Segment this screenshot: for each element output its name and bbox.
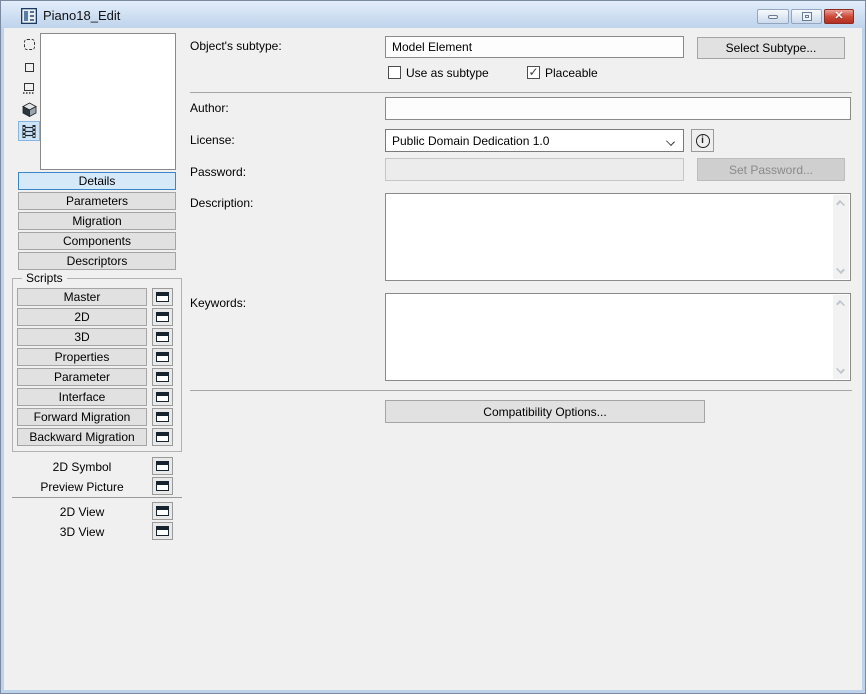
script-button-properties[interactable]: Properties [17, 348, 147, 366]
open-backward-migration-script-window-button[interactable] [152, 428, 173, 446]
open-forward-migration-script-window-button[interactable] [152, 408, 173, 426]
license-info-button[interactable]: i [691, 129, 714, 152]
form-separator-top [190, 92, 852, 93]
app-icon [21, 8, 37, 24]
compatibility-options-button[interactable]: Compatibility Options... [385, 400, 705, 423]
subtype-label: Object's subtype: [190, 39, 282, 53]
open-2d-view-window-button[interactable] [152, 502, 173, 520]
section-button-details[interactable]: Details [18, 172, 176, 190]
preview-mode-symbol-2d-icon[interactable] [18, 34, 40, 54]
author-input[interactable] [385, 97, 851, 120]
open-master-script-window-button[interactable] [152, 288, 173, 306]
section-button-components[interactable]: Components [18, 232, 176, 250]
section-button-descriptors[interactable]: Descriptors [18, 252, 176, 270]
select-subtype-button[interactable]: Select Subtype... [697, 37, 845, 59]
open-2d-symbol-window-button[interactable] [152, 457, 173, 475]
script-button-parameter[interactable]: Parameter [17, 368, 147, 386]
window-icon [156, 312, 169, 322]
chevron-down-icon [666, 137, 675, 146]
window-icon [156, 372, 169, 382]
3d-view-label: 3D View [59, 525, 105, 539]
keywords-label: Keywords: [190, 296, 247, 310]
script-button-2d[interactable]: 2D [17, 308, 147, 326]
preview-mode-front-view-icon[interactable] [18, 78, 40, 98]
scroll-up-icon[interactable] [836, 300, 845, 309]
open-3d-view-window-button[interactable] [152, 522, 173, 540]
license-dropdown[interactable]: Public Domain Dedication 1.0 [385, 129, 684, 152]
scroll-down-icon[interactable] [836, 265, 845, 274]
author-label: Author: [190, 101, 229, 115]
preview-pane[interactable] [40, 33, 176, 170]
license-label: License: [190, 133, 235, 147]
password-label: Password: [190, 165, 247, 179]
preview-mode-cube-3d-icon[interactable] [18, 99, 40, 119]
info-icon: i [695, 133, 710, 148]
set-password-button: Set Password... [697, 158, 845, 181]
script-button-3d[interactable]: 3D [17, 328, 147, 346]
window-icon [156, 292, 169, 302]
open-3d-script-window-button[interactable] [152, 328, 173, 346]
minimize-icon [768, 14, 778, 19]
window-icon [156, 432, 169, 442]
placeable-label: Placeable [545, 66, 598, 80]
open-interface-script-window-button[interactable] [152, 388, 173, 406]
preview-mode-plain-2d-icon[interactable] [18, 57, 40, 77]
maximize-button[interactable] [791, 9, 822, 24]
open-properties-script-window-button[interactable] [152, 348, 173, 366]
subtype-value-field: Model Element [385, 36, 684, 58]
open-preview-picture-window-button[interactable] [152, 477, 173, 495]
window-icon [156, 412, 169, 422]
placeable-checkbox[interactable]: ✓ [527, 66, 540, 79]
script-button-backward-migration[interactable]: Backward Migration [17, 428, 147, 446]
client-area: Details Parameters Migration Components … [4, 28, 862, 690]
password-input [385, 158, 684, 181]
description-label: Description: [190, 196, 254, 210]
scripts-group-label: Scripts [22, 271, 67, 285]
minimize-button[interactable] [757, 9, 789, 24]
checkmark-icon: ✓ [528, 64, 539, 79]
left-panel-separator [12, 497, 182, 498]
close-icon: ✕ [834, 10, 844, 22]
section-button-parameters[interactable]: Parameters [18, 192, 176, 210]
preview-picture-label: Preview Picture [40, 480, 124, 494]
scroll-up-icon[interactable] [836, 200, 845, 209]
2d-view-label: 2D View [59, 505, 105, 519]
titlebar[interactable]: Piano18_Edit ✕ [1, 1, 865, 28]
script-button-master[interactable]: Master [17, 288, 147, 306]
window-icon [156, 461, 169, 471]
window-icon [156, 481, 169, 491]
window-icon [156, 352, 169, 362]
open-2d-script-window-button[interactable] [152, 308, 173, 326]
open-parameter-script-window-button[interactable] [152, 368, 173, 386]
library-part-editor-window: Piano18_Edit ✕ Details Parameters Migrat… [0, 0, 866, 694]
keywords-scrollbar[interactable] [833, 295, 849, 379]
window-icon [156, 392, 169, 402]
2d-symbol-label: 2D Symbol [52, 460, 112, 474]
maximize-icon [801, 12, 812, 21]
use-as-subtype-label: Use as subtype [406, 66, 489, 80]
description-textarea[interactable] [385, 193, 851, 281]
window-icon [156, 526, 169, 536]
close-button[interactable]: ✕ [824, 9, 854, 24]
preview-mode-filmstrip-script-icon[interactable] [18, 121, 40, 141]
scroll-down-icon[interactable] [836, 365, 845, 374]
window-icon [156, 332, 169, 342]
keywords-textarea[interactable] [385, 293, 851, 381]
form-separator-bottom [190, 390, 852, 391]
window-title: Piano18_Edit [43, 8, 121, 23]
window-icon [156, 506, 169, 516]
script-button-interface[interactable]: Interface [17, 388, 147, 406]
script-button-forward-migration[interactable]: Forward Migration [17, 408, 147, 426]
section-button-migration[interactable]: Migration [18, 212, 176, 230]
description-scrollbar[interactable] [833, 195, 849, 279]
use-as-subtype-checkbox[interactable] [388, 66, 401, 79]
